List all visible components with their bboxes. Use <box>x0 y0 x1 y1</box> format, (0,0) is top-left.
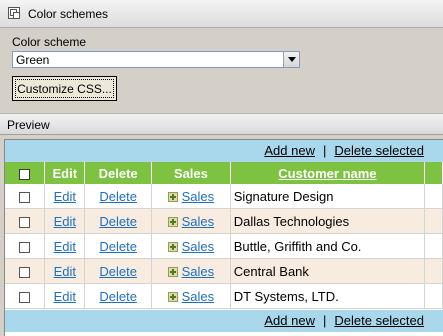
delete-link[interactable]: Delete <box>99 264 137 279</box>
customer-name-cell: Buttle, Griffith and Co. <box>230 233 426 259</box>
sales-link[interactable]: Sales <box>182 239 215 254</box>
customer-name-cell: DT Systems, LTD. <box>230 283 426 309</box>
preview-grid: Add new | Delete selected Edit Delete Sale… <box>4 139 443 336</box>
edit-link[interactable]: Edit <box>54 189 76 204</box>
table-row: Edit Delete Sales DT Systems, LTD. <box>5 283 443 309</box>
row-checkbox[interactable] <box>19 241 31 253</box>
title-bar: Color schemes <box>0 0 443 28</box>
delete-selected-link-bottom[interactable]: Delete selected <box>334 313 424 328</box>
grid-toolbar-bottom: Add new | Delete selected <box>5 310 443 332</box>
expand-plus-icon[interactable] <box>167 292 178 303</box>
customer-name-column-header[interactable]: Customer name <box>230 162 426 184</box>
sales-link[interactable]: Sales <box>182 214 215 229</box>
toolbar-separator: | <box>322 143 327 158</box>
select-all-header[interactable] <box>5 162 46 184</box>
edit-link[interactable]: Edit <box>54 289 76 304</box>
sales-link[interactable]: Sales <box>182 264 215 279</box>
chevron-down-icon[interactable] <box>283 52 299 67</box>
sales-link[interactable]: Sales <box>182 189 215 204</box>
customer-name-cell: Dallas Technologies <box>230 208 426 234</box>
sales-column-header: Sales <box>151 162 231 184</box>
row-checkbox[interactable] <box>19 291 31 303</box>
expand-plus-icon[interactable] <box>167 267 178 278</box>
delete-link[interactable]: Delete <box>99 189 137 204</box>
window-title: Color schemes <box>28 7 109 21</box>
toolbar-separator: | <box>322 313 327 328</box>
customer-name-cell: Central Bank <box>230 258 426 284</box>
edit-column-header: Edit <box>44 162 86 184</box>
delete-link[interactable]: Delete <box>99 214 137 229</box>
delete-column-header: Delete <box>84 162 153 184</box>
table-row: Edit Delete Sales Buttle, Griffith and C… <box>5 233 443 259</box>
sales-link[interactable]: Sales <box>182 289 215 304</box>
table-header-row: Edit Delete Sales Customer name <box>5 162 443 184</box>
window-icon <box>8 7 20 19</box>
color-scheme-label: Color scheme <box>12 35 87 49</box>
expand-plus-icon[interactable] <box>167 217 178 228</box>
color-scheme-value: Green <box>16 53 50 67</box>
add-new-link[interactable]: Add new <box>264 143 315 158</box>
filler-column-header <box>424 162 443 184</box>
row-checkbox[interactable] <box>19 191 31 203</box>
table-row: Edit Delete Sales Central Bank <box>5 258 443 284</box>
delete-selected-link[interactable]: Delete selected <box>334 143 424 158</box>
select-all-checkbox[interactable] <box>19 168 31 180</box>
delete-link[interactable]: Delete <box>99 239 137 254</box>
table-row: Edit Delete Sales Signature Design <box>5 184 443 209</box>
edit-link[interactable]: Edit <box>54 214 76 229</box>
row-checkbox[interactable] <box>19 266 31 278</box>
add-new-link-bottom[interactable]: Add new <box>264 313 315 328</box>
preview-header: Preview <box>0 113 443 135</box>
delete-link[interactable]: Delete <box>99 289 137 304</box>
expand-plus-icon[interactable] <box>167 192 178 203</box>
table-row: Edit Delete Sales Dallas Technologies <box>5 208 443 234</box>
edit-link[interactable]: Edit <box>54 264 76 279</box>
color-scheme-select[interactable]: Green <box>12 51 300 68</box>
customize-css-label: Customize CSS... <box>15 79 114 98</box>
customer-name-cell: Signature Design <box>230 184 426 209</box>
customers-table: Edit Delete Sales Customer name Edit Del… <box>5 162 443 309</box>
edit-link[interactable]: Edit <box>54 239 76 254</box>
expand-plus-icon[interactable] <box>167 242 178 253</box>
preview-label: Preview <box>7 118 50 132</box>
grid-toolbar-top: Add new | Delete selected <box>5 140 443 162</box>
row-checkbox[interactable] <box>19 216 31 228</box>
customize-css-button[interactable]: Customize CSS... <box>12 76 117 101</box>
